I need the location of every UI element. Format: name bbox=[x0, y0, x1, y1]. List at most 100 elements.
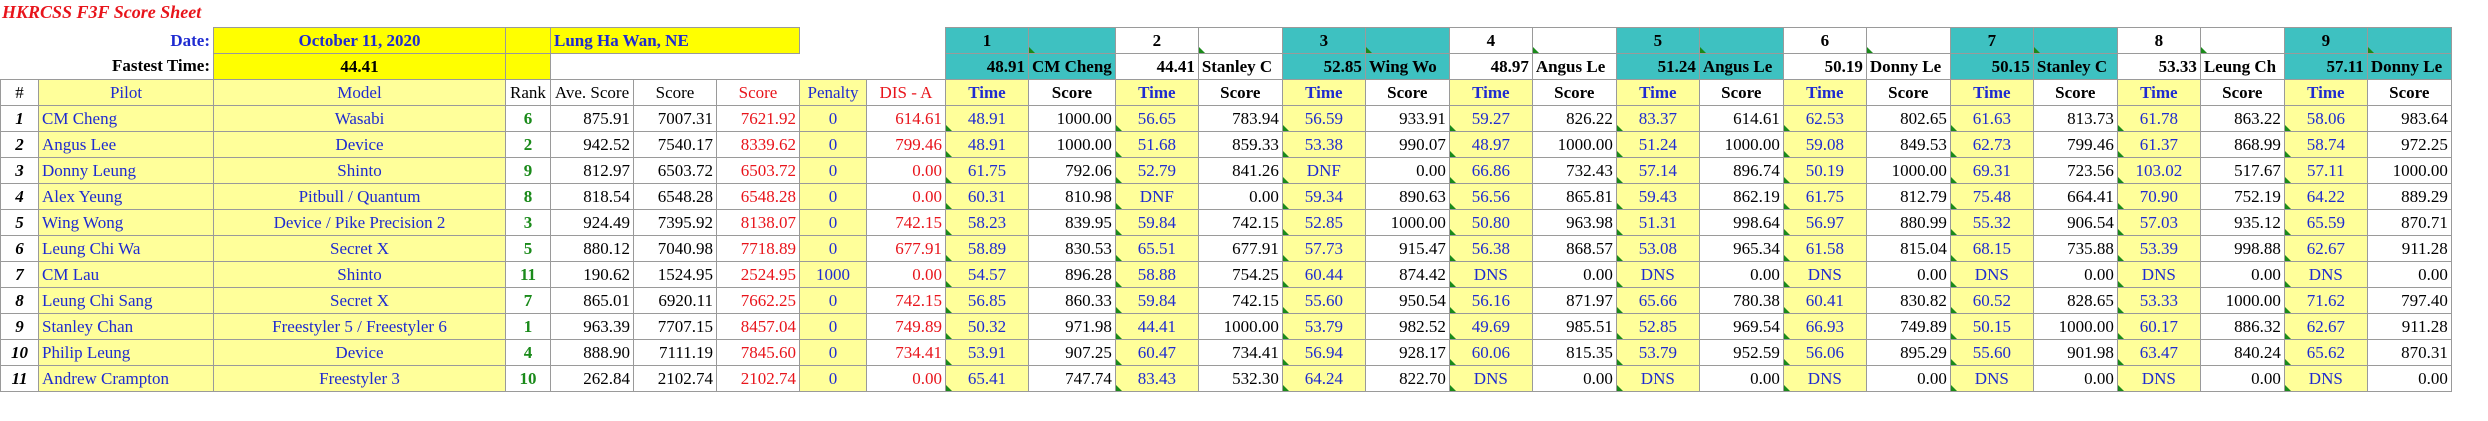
round-time-2[interactable]: 83.43 bbox=[1114, 365, 1199, 392]
round-score-9[interactable]: 911.28 bbox=[2366, 235, 2452, 262]
round-score-4[interactable]: 815.35 bbox=[1531, 339, 1617, 366]
round-time-2[interactable]: 65.51 bbox=[1114, 235, 1199, 262]
round-score-7[interactable]: 0.00 bbox=[2032, 365, 2118, 392]
round-score-8[interactable]: 840.24 bbox=[2199, 339, 2285, 366]
round-time-2[interactable]: DNF bbox=[1114, 183, 1199, 210]
round-best-pilot-4[interactable]: Angus Le bbox=[1531, 53, 1617, 80]
round-time-2[interactable]: 51.68 bbox=[1114, 131, 1199, 158]
round-time-8[interactable]: 61.37 bbox=[2116, 131, 2201, 158]
round-time-9[interactable]: 64.22 bbox=[2283, 183, 2368, 210]
round-best-pilot-2[interactable]: Stanley C bbox=[1197, 53, 1283, 80]
col-header-time-8[interactable]: Time bbox=[2116, 79, 2201, 106]
round-score-7[interactable]: 828.65 bbox=[2032, 287, 2118, 314]
round-score-7[interactable]: 813.73 bbox=[2032, 105, 2118, 132]
round-header-blank-2[interactable] bbox=[1197, 27, 1283, 54]
round-score-9[interactable]: 972.25 bbox=[2366, 131, 2452, 158]
pilot-score[interactable]: 7007.31 bbox=[633, 105, 717, 132]
round-header-blank-1[interactable] bbox=[1028, 27, 1116, 54]
round-score-7[interactable]: 723.56 bbox=[2032, 157, 2118, 184]
round-time-7[interactable]: 50.15 bbox=[1949, 313, 2034, 340]
round-time-7[interactable]: 69.31 bbox=[1949, 157, 2034, 184]
col-header-time-1[interactable]: Time bbox=[945, 79, 1029, 106]
round-time-6[interactable]: 59.08 bbox=[1782, 131, 1867, 158]
round-time-4[interactable]: DNS bbox=[1448, 261, 1533, 288]
round-score-2[interactable]: 742.15 bbox=[1197, 287, 1283, 314]
pilot-penalty[interactable]: 1000 bbox=[799, 261, 867, 288]
round-score-8[interactable]: 517.67 bbox=[2199, 157, 2285, 184]
round-score-5[interactable]: 0.00 bbox=[1698, 365, 1784, 392]
round-score-2[interactable]: 1000.00 bbox=[1197, 313, 1283, 340]
round-time-2[interactable]: 56.65 bbox=[1114, 105, 1199, 132]
round-score-8[interactable]: 1000.00 bbox=[2199, 287, 2285, 314]
round-score-1[interactable]: 747.74 bbox=[1028, 365, 1116, 392]
round-score-4[interactable]: 732.43 bbox=[1531, 157, 1617, 184]
col-header-round-score-7[interactable]: Score bbox=[2032, 79, 2118, 106]
round-time-1[interactable]: 58.89 bbox=[945, 235, 1029, 262]
round-time-8[interactable]: 103.02 bbox=[2116, 157, 2201, 184]
round-time-3[interactable]: DNF bbox=[1281, 157, 1366, 184]
round-best-pilot-3[interactable]: Wing Wo bbox=[1364, 53, 1450, 80]
round-time-1[interactable]: 54.57 bbox=[945, 261, 1029, 288]
round-best-time-2[interactable]: 44.41 bbox=[1114, 53, 1199, 80]
pilot-discard[interactable]: 677.91 bbox=[866, 235, 946, 262]
round-time-6[interactable]: 61.58 bbox=[1782, 235, 1867, 262]
round-time-9[interactable]: 71.62 bbox=[2283, 287, 2368, 314]
round-time-7[interactable]: 61.63 bbox=[1949, 105, 2034, 132]
round-number-1[interactable]: 1 bbox=[945, 27, 1029, 54]
round-time-8[interactable]: 70.90 bbox=[2116, 183, 2201, 210]
pilot-discard[interactable]: 799.46 bbox=[866, 131, 946, 158]
pilot-rank[interactable]: 5 bbox=[505, 235, 551, 262]
pilot-score[interactable]: 7707.15 bbox=[633, 313, 717, 340]
pilot-name[interactable]: Leung Chi Wa bbox=[38, 235, 214, 262]
round-score-7[interactable]: 0.00 bbox=[2032, 261, 2118, 288]
pilot-number[interactable]: 8 bbox=[0, 287, 39, 314]
round-score-2[interactable]: 742.15 bbox=[1197, 209, 1283, 236]
col-header-score-raw[interactable]: Score bbox=[716, 79, 800, 106]
pilot-discard[interactable]: 734.41 bbox=[866, 339, 946, 366]
round-header-blank-3[interactable] bbox=[1364, 27, 1450, 54]
round-score-6[interactable]: 802.65 bbox=[1865, 105, 1951, 132]
pilot-name[interactable]: Leung Chi Sang bbox=[38, 287, 214, 314]
round-score-2[interactable]: 532.30 bbox=[1197, 365, 1283, 392]
fastest-time-label[interactable]: Fastest Time: bbox=[1, 54, 214, 80]
round-score-6[interactable]: 0.00 bbox=[1865, 261, 1951, 288]
round-score-4[interactable]: 0.00 bbox=[1531, 261, 1617, 288]
round-time-3[interactable]: 52.85 bbox=[1281, 209, 1366, 236]
round-best-time-9[interactable]: 57.11 bbox=[2283, 53, 2368, 80]
pilot-penalty[interactable]: 0 bbox=[799, 313, 867, 340]
col-header-round-score-8[interactable]: Score bbox=[2199, 79, 2285, 106]
round-time-6[interactable]: 50.19 bbox=[1782, 157, 1867, 184]
round-score-8[interactable]: 863.22 bbox=[2199, 105, 2285, 132]
pilot-ave-score[interactable]: 865.01 bbox=[550, 287, 634, 314]
pilot-rank[interactable]: 3 bbox=[505, 209, 551, 236]
round-score-6[interactable]: 815.04 bbox=[1865, 235, 1951, 262]
pilot-ave-score[interactable]: 875.91 bbox=[550, 105, 634, 132]
pilot-model[interactable]: Wasabi bbox=[213, 105, 506, 132]
pilot-score[interactable]: 7040.98 bbox=[633, 235, 717, 262]
round-time-1[interactable]: 56.85 bbox=[945, 287, 1029, 314]
round-number-8[interactable]: 8 bbox=[2116, 27, 2201, 54]
pilot-rank[interactable]: 1 bbox=[505, 313, 551, 340]
round-time-1[interactable]: 61.75 bbox=[945, 157, 1029, 184]
pilot-score-raw[interactable]: 8339.62 bbox=[716, 131, 800, 158]
round-time-1[interactable]: 50.32 bbox=[945, 313, 1029, 340]
round-time-7[interactable]: 55.32 bbox=[1949, 209, 2034, 236]
round-score-6[interactable]: 895.29 bbox=[1865, 339, 1951, 366]
round-score-2[interactable]: 0.00 bbox=[1197, 183, 1283, 210]
round-score-1[interactable]: 1000.00 bbox=[1028, 105, 1116, 132]
pilot-discard[interactable]: 742.15 bbox=[866, 287, 946, 314]
pilot-number[interactable]: 3 bbox=[0, 157, 39, 184]
round-time-4[interactable]: 48.97 bbox=[1448, 131, 1533, 158]
col-header-time-4[interactable]: Time bbox=[1448, 79, 1533, 106]
fastest-spacer[interactable] bbox=[505, 53, 551, 80]
pilot-number[interactable]: 10 bbox=[0, 339, 39, 366]
round-best-time-4[interactable]: 48.97 bbox=[1448, 53, 1533, 80]
pilot-name[interactable]: CM Cheng bbox=[38, 105, 214, 132]
round-score-4[interactable]: 865.81 bbox=[1531, 183, 1617, 210]
pilot-score-raw[interactable]: 7845.60 bbox=[716, 339, 800, 366]
pilot-discard[interactable]: 0.00 bbox=[866, 183, 946, 210]
round-score-5[interactable]: 952.59 bbox=[1698, 339, 1784, 366]
fastest-time-value[interactable]: 44.41 bbox=[213, 53, 506, 80]
round-time-8[interactable]: DNS bbox=[2116, 261, 2201, 288]
round-time-7[interactable]: 62.73 bbox=[1949, 131, 2034, 158]
